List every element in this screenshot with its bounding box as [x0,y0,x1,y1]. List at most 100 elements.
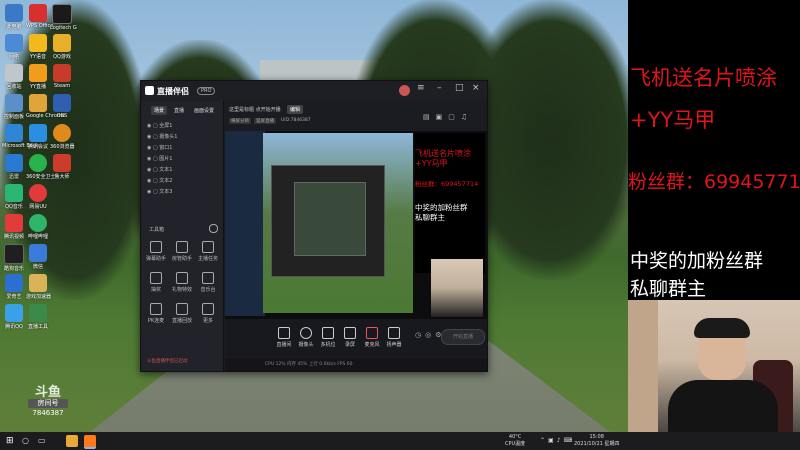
desktop-icon[interactable]: 360安全卫士 [26,154,56,184]
overlay-line4: 中奖的加粉丝群 [630,250,764,272]
subtab-portrait[interactable]: 竖屏直播 [254,118,276,124]
scene-item[interactable]: ◉ ▢ 文本1 [147,165,219,176]
taskbar-app-icon[interactable] [66,435,78,447]
desktop-icon[interactable]: 微信 [26,244,50,274]
bottom-item[interactable]: 扬声器 [383,327,405,348]
desktop-icon[interactable]: 此电脑 [2,4,26,34]
desktop-icon[interactable]: YY直播 [26,64,50,94]
camera-icon [300,327,312,339]
tool-item[interactable]: 音乐台 [197,272,219,293]
computer-icon [5,4,23,22]
desktop-icon[interactable]: Google Chrome [26,94,65,124]
desktop-icon[interactable]: 酷狗音乐 [2,244,26,274]
search-icon[interactable]: ○ [22,436,29,445]
iqiyi-icon [5,274,23,292]
tool-item[interactable]: 直播回放 [171,303,193,324]
desktop-icon[interactable]: Steam [50,64,74,94]
stream-title-text[interactable]: 这里是标题 点开始开播 [229,106,281,113]
edit-title-button[interactable]: 编辑 [287,105,304,114]
scene-item[interactable]: ◉ ▢ 文本3 [147,187,219,198]
subtabs: 横屏分辨 竖屏直播 [229,118,276,124]
header-action-icons[interactable]: ▤▣▢♫ [423,113,473,121]
subtab-landscape[interactable]: 横屏分辨 [229,118,251,124]
tool-item[interactable]: 抽奖 [145,272,167,293]
desktop-icon[interactable]: 鲁大师 [50,154,74,184]
kugou-icon [4,244,24,264]
wps-icon [29,4,47,22]
desktop-icon[interactable]: 爱奇艺 [2,274,26,304]
task-view-icon[interactable]: ▭ [38,436,46,445]
start-live-button[interactable]: 开始直播 [441,329,485,345]
close-icon[interactable]: × [472,83,480,93]
live-preview[interactable]: 飞机送名片喷涂 +YY马甲 粉丝群：699457714 中奖的加粉丝群 私聊群主 [225,131,487,339]
speaker-icon [388,327,400,339]
tool-item[interactable]: PK连麦 [145,303,167,324]
scene-item[interactable]: ◉ ▢ 窗口1 [147,143,219,154]
qq-icon [5,304,23,322]
webcam-person-hair [694,318,750,338]
sidebar-tabs: 场景 直播 画面设置 [151,106,217,115]
bottom-item[interactable]: 摄像头 [295,327,317,348]
desktop-icon[interactable]: 哔哩哔哩 [26,214,50,244]
toolbox-grid: 弹幕助手 房管助手 主播任务 抽奖 礼物特效 音乐台 PK连麦 直播回放 更多 [145,241,221,324]
desktop-icon[interactable]: YY语音 [26,34,50,64]
desktop-icon[interactable]: Logitech G [50,4,77,34]
tab-picture-settings[interactable]: 画面设置 [191,106,217,115]
scene-item[interactable]: ◉ ▢ 摄像头1 [147,132,219,143]
desktop-icon[interactable]: QQ音乐 [2,184,26,214]
desktop-icon[interactable]: 直播工具 [26,304,50,334]
recycle-bin-icon [5,64,23,82]
cpu-temp-label: CPU温度 [505,441,526,447]
tool-item[interactable]: 房管助手 [171,241,193,262]
preview-desktop-icons [225,131,265,316]
tool-item[interactable]: 主播任务 [197,241,219,262]
desktop-icon[interactable]: WPS Office [26,4,53,34]
add-tool-icon[interactable] [209,224,218,233]
windows-start-icon[interactable]: ⊞ [6,436,14,446]
desktop-icon[interactable]: 回收站 [2,64,26,94]
desktop-icon[interactable]: 控制面板 [2,94,26,124]
menu-icon[interactable]: ≡ [417,83,425,93]
webcam-door [628,300,658,450]
bottom-item[interactable]: 麦克风 [361,327,383,348]
bilibili-icon [29,214,47,232]
bottom-item[interactable]: 多机位 [317,327,339,348]
overlay-line3: 粉丝群：699457714 [628,171,800,193]
desktop-icon[interactable]: 360浏览器 [50,124,75,154]
scene-item[interactable]: ◉ ▢ 图片1 [147,154,219,165]
scene-item[interactable]: ◉ ▢ 全屏1 [147,121,219,132]
desktop-icon[interactable]: 游戏加速器 [26,274,51,304]
control-panel-icon [5,94,23,112]
tool-item[interactable]: 礼物特效 [171,272,193,293]
minimize-icon[interactable]: – [437,83,442,93]
bottom-item[interactable]: 直播间 [273,327,295,348]
tray-icons[interactable]: ⌃▣♪⌨ [540,437,575,444]
bottom-item[interactable]: 录屏 [339,327,361,348]
wechat-icon [29,244,47,262]
multi-cam-icon [322,327,334,339]
scene-item[interactable]: ◉ ▢ 文本2 [147,176,219,187]
desktop-icon[interactable]: 网络 [2,34,26,64]
desktop-icon[interactable]: 迅雷 [2,154,26,184]
taskbar: ⊞ ○ ▭ 40°C CPU温度 ⌃▣♪⌨ 15:08 2021/10/21 星… [0,432,800,450]
desktop-icon[interactable]: 腾讯会议 [26,124,50,154]
douyu-logo: 斗鱼 [34,385,61,400]
window-titlebar[interactable]: 直播伴侣 PRO ≡ – □ × [141,81,487,101]
clock[interactable]: 15:08 2021/10/21 星期四 [574,434,619,448]
tool-item[interactable]: 更多 [197,303,219,324]
tab-live[interactable]: 直播 [171,106,187,115]
desktop-icon[interactable]: 腾讯视频 [2,214,26,244]
bottom-toolbar: 直播间 摄像头 多机位 录屏 麦克风 扬声器 ◷◎⚙ 开始直播 [225,319,487,359]
overlay-line1: 飞机送名片喷涂 [630,66,777,90]
desktop-icon[interactable]: Microsoft Edge [2,124,39,154]
desktop-icon[interactable]: QQ游戏 [50,34,74,64]
desktop-icon[interactable]: 网易UU [26,184,50,214]
taskbar-active-app-icon[interactable] [84,435,96,449]
room-info: UID:7846387 [281,118,311,123]
maximize-icon[interactable]: □ [455,83,464,93]
desktop-icon[interactable]: 腾讯QQ [2,304,26,334]
tool-item[interactable]: 弹幕助手 [145,241,167,262]
avatar[interactable] [399,85,410,96]
desktop-icon[interactable]: OBS [50,94,74,124]
tab-scene[interactable]: 场景 [151,106,168,115]
